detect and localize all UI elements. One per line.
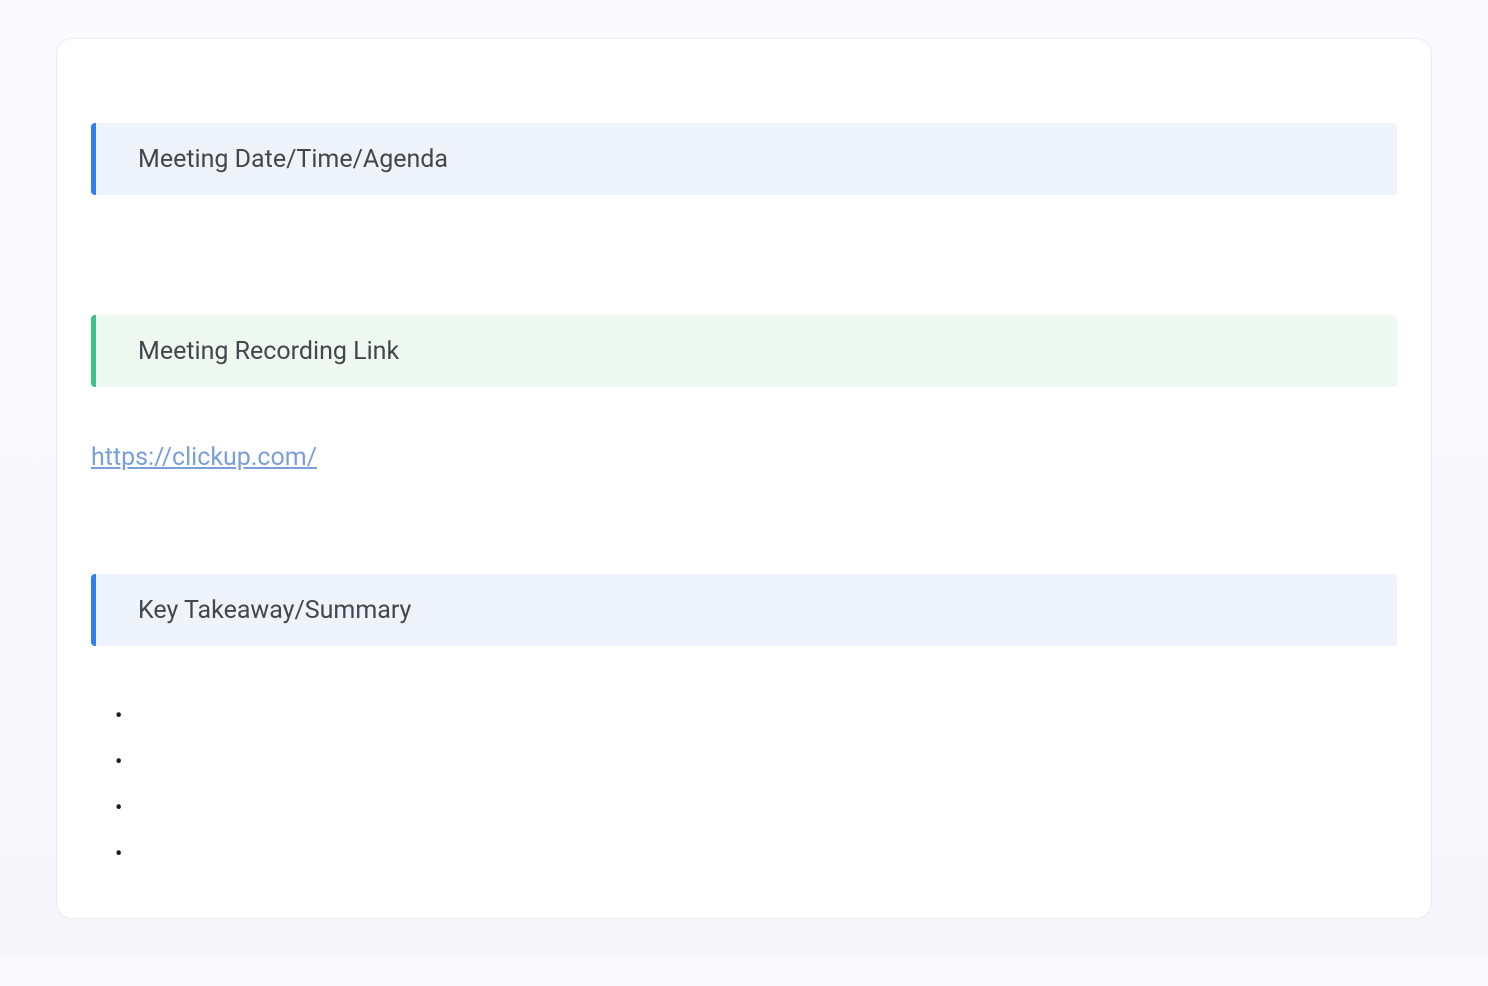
spacer [91,387,1397,443]
callout-recording-link: Meeting Recording Link [91,315,1397,387]
recording-link-block: https://clickup.com/ [91,443,1397,472]
callout-title: Meeting Date/Time/Agenda [96,123,448,195]
list-item[interactable] [119,832,1397,878]
summary-bullet-list [91,694,1397,878]
spacer [91,646,1397,694]
callout-summary: Key Takeaway/Summary [91,574,1397,646]
document-card: Meeting Date/Time/Agenda Meeting Recordi… [56,38,1432,919]
list-item[interactable] [119,786,1397,832]
spacer [91,195,1397,315]
list-item[interactable] [119,694,1397,740]
recording-link[interactable]: https://clickup.com/ [91,443,317,472]
callout-title: Key Takeaway/Summary [96,574,411,646]
callout-title: Meeting Recording Link [96,315,399,387]
spacer [91,472,1397,574]
list-item[interactable] [119,740,1397,786]
callout-meeting-info: Meeting Date/Time/Agenda [91,123,1397,195]
